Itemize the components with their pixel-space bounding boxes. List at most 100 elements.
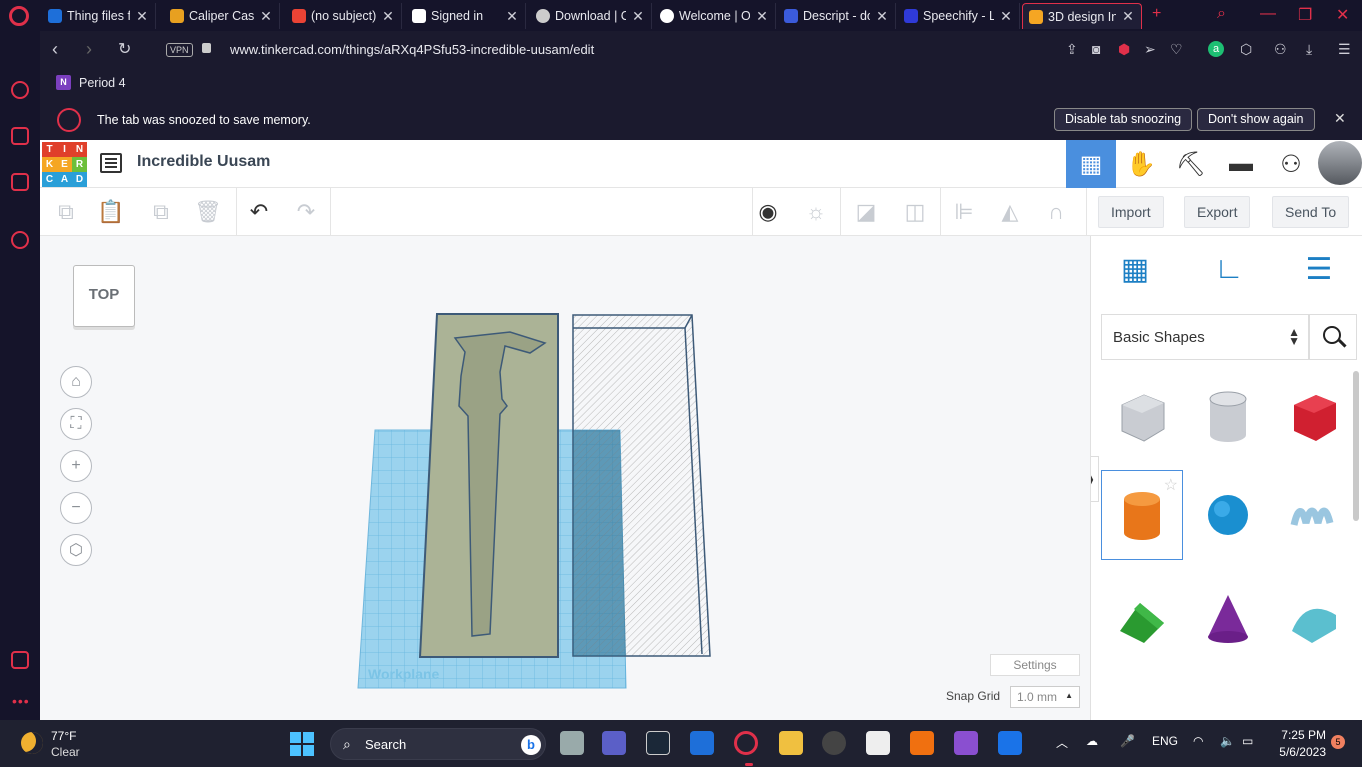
grammarly-icon[interactable]: a: [1208, 41, 1224, 57]
moon-weather-icon[interactable]: [21, 732, 43, 754]
snipping-tool-icon[interactable]: [866, 731, 890, 755]
avatar[interactable]: [1318, 141, 1362, 185]
bookmark-period-4[interactable]: Period 4: [79, 76, 126, 90]
docs-icon[interactable]: [998, 731, 1022, 755]
3d-workplane-viewport[interactable]: TOP ⌂ ⛶ + − ⬡ Workplane Settings Snap Gr…: [40, 236, 1090, 720]
settings-button[interactable]: Settings: [990, 654, 1080, 676]
add-user-icon[interactable]: ⚇: [1266, 140, 1316, 188]
shape-cylinder[interactable]: ☆: [1101, 470, 1183, 560]
antivirus-icon[interactable]: ☁: [1086, 734, 1098, 748]
tab-close-icon[interactable]: ✕: [1121, 8, 1135, 25]
battery-icon[interactable]: ▭: [1242, 734, 1253, 748]
design-title[interactable]: Incredible Uusam: [137, 153, 270, 171]
export-button[interactable]: Export: [1184, 196, 1251, 228]
shape-scribble[interactable]: [1273, 470, 1355, 560]
heart-icon[interactable]: ♡: [1170, 41, 1183, 58]
weather-condition[interactable]: Clear: [51, 745, 80, 759]
shape-library-select[interactable]: Basic Shapes ▲ ▼: [1101, 314, 1309, 360]
taskbar-search[interactable]: ⌕ Search b: [330, 728, 546, 760]
file-explorer-icon[interactable]: [779, 731, 803, 755]
import-button[interactable]: Import: [1098, 196, 1164, 228]
align-icon[interactable]: ⊫: [950, 198, 978, 226]
3d-view-grid-icon[interactable]: ▦: [1066, 140, 1116, 188]
teams-icon[interactable]: [602, 731, 626, 755]
shape-pyramid[interactable]: [1273, 676, 1355, 720]
gallery-icon[interactable]: [11, 651, 29, 669]
opera-logo-icon[interactable]: [9, 6, 29, 26]
undo-icon[interactable]: ↶: [245, 198, 273, 226]
tab-close-icon[interactable]: ✕: [631, 8, 645, 25]
magnet-icon[interactable]: ∩: [1042, 198, 1070, 226]
classroom-icon[interactable]: [690, 731, 714, 755]
delete-icon[interactable]: 🗑: [194, 198, 222, 226]
view-cube[interactable]: TOP: [73, 265, 135, 327]
clock-date[interactable]: 5/6/2023: [1269, 745, 1326, 759]
copy-icon[interactable]: ⧉: [52, 198, 80, 226]
language-indicator[interactable]: ENG: [1152, 734, 1178, 748]
minimize-icon[interactable]: —: [1260, 5, 1276, 23]
workplane-grid-icon[interactable]: ▦: [1113, 252, 1157, 296]
send-to-button[interactable]: Send To: [1272, 196, 1350, 228]
tab-descript[interactable]: Descript - do ✕: [778, 3, 896, 29]
send-icon[interactable]: ➢: [1144, 41, 1156, 58]
bricks-icon[interactable]: ▬: [1216, 140, 1266, 188]
url-field[interactable]: www.tinkercad.com/things/aRXq4PSfu53-inc…: [230, 42, 594, 57]
shape-roof[interactable]: [1101, 574, 1183, 664]
zoom-in-icon[interactable]: +: [60, 450, 92, 482]
notes-eye-icon[interactable]: ◉: [754, 198, 782, 226]
obs-icon[interactable]: [822, 731, 846, 755]
panel-scrollbar[interactable]: [1353, 371, 1359, 521]
speed-dial-icon[interactable]: [11, 81, 29, 99]
clipchamp-icon[interactable]: [954, 731, 978, 755]
tab-3d-design[interactable]: 3D design In ✕: [1022, 3, 1142, 29]
duplicate-icon[interactable]: ⧉: [147, 198, 175, 226]
tab-speechify[interactable]: Speechify - L ✕: [898, 3, 1020, 29]
vpn-badge[interactable]: VPN: [166, 43, 193, 57]
tab-close-icon[interactable]: ✕: [875, 8, 889, 25]
task-view-icon[interactable]: [560, 731, 584, 755]
home-view-icon[interactable]: ⌂: [60, 366, 92, 398]
profile-icon[interactable]: ⚇: [1274, 41, 1287, 58]
perspective-cube-icon[interactable]: ⬡: [60, 534, 92, 566]
pickaxe-icon[interactable]: ⛏: [1166, 140, 1216, 188]
clock-time[interactable]: 7:25 PM: [1276, 728, 1326, 742]
history-icon[interactable]: [11, 231, 29, 249]
gx-control-icon[interactable]: [11, 173, 29, 191]
onenote-icon[interactable]: N: [56, 75, 71, 90]
tab-welcome[interactable]: Welcome | O ✕: [654, 3, 776, 29]
volume-icon[interactable]: 🔈: [1220, 734, 1235, 748]
windows-start-icon[interactable]: [290, 732, 314, 756]
tab-signed-in[interactable]: Signed in ✕: [406, 3, 526, 29]
download-icon[interactable]: ⤓: [1306, 41, 1312, 58]
shape-cylinder-hole[interactable]: [1187, 372, 1269, 462]
close-window-icon[interactable]: ✕: [1336, 5, 1349, 25]
microphone-icon[interactable]: 🎤: [1120, 734, 1135, 748]
tab-close-icon[interactable]: ✕: [505, 8, 519, 25]
shape-sphere[interactable]: [1187, 470, 1269, 560]
ungroup-icon[interactable]: ◫: [901, 198, 929, 226]
close-icon[interactable]: ✕: [1334, 110, 1346, 127]
opera-taskbar-icon[interactable]: [734, 731, 758, 766]
tab-search-icon[interactable]: ⌕: [1217, 5, 1226, 23]
back-icon[interactable]: ‹: [52, 39, 58, 60]
snap-grid-select[interactable]: 1.0 mm ▲: [1010, 686, 1080, 708]
more-icon[interactable]: •••: [12, 693, 30, 709]
shape-search-button[interactable]: [1309, 314, 1357, 360]
lightbulb-icon[interactable]: ☼: [802, 198, 830, 226]
blocks-hand-icon[interactable]: ✋: [1116, 140, 1166, 188]
shape-cone[interactable]: [1187, 574, 1269, 664]
notification-badge[interactable]: 5: [1331, 735, 1345, 749]
tab-close-icon[interactable]: ✕: [135, 8, 149, 25]
favorite-star-icon[interactable]: ☆: [1164, 475, 1178, 495]
shape-text[interactable]: [1101, 676, 1183, 720]
dont-show-again-button[interactable]: Don't show again: [1197, 108, 1315, 131]
disable-tab-snoozing-button[interactable]: Disable tab snoozing: [1054, 108, 1193, 131]
mirror-icon[interactable]: ◭: [996, 198, 1024, 226]
scene-canvas[interactable]: [40, 236, 1090, 720]
tab-close-icon[interactable]: ✕: [381, 8, 395, 25]
fusion-360-icon[interactable]: [910, 731, 934, 755]
forward-icon[interactable]: ›: [86, 39, 92, 60]
tab-thing-files[interactable]: Thing files fo ✕: [42, 3, 156, 29]
zoom-out-icon[interactable]: −: [60, 492, 92, 524]
tab-download[interactable]: Download | C ✕: [530, 3, 652, 29]
